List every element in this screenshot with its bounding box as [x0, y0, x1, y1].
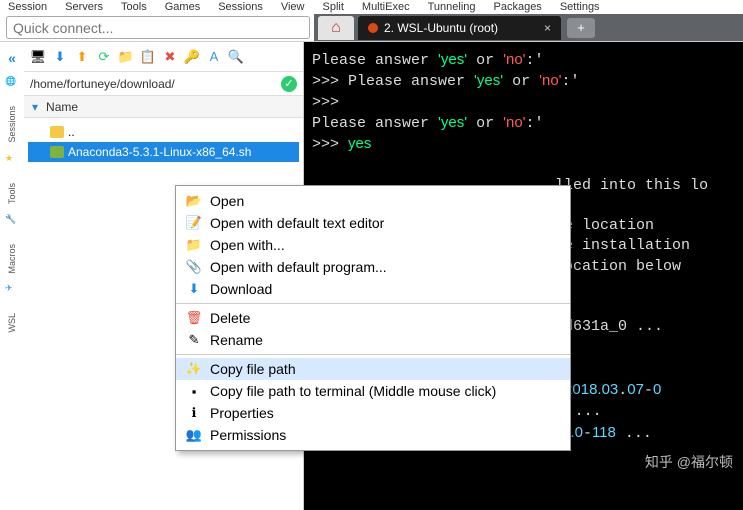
path-ok-icon: ✓ — [281, 76, 297, 92]
menu-view[interactable]: View — [281, 1, 305, 13]
wand-icon: ✨ — [186, 361, 202, 377]
copy-icon[interactable]: 📋 — [140, 49, 156, 65]
ubuntu-icon — [368, 23, 378, 33]
left-sidebar: « 🌐 Sessions ★ Tools 🔧 Macros ✈ WSL — [0, 42, 24, 510]
sidebar-tab-sessions[interactable]: Sessions — [7, 106, 17, 143]
context-menu: 📂Open 📝Open with default text editor 📁Op… — [175, 185, 571, 451]
home-icon: ⌂ — [331, 19, 341, 37]
search-icon[interactable]: 🔍 — [228, 49, 244, 65]
menu-sessions[interactable]: Sessions — [218, 1, 263, 13]
tab-new-button[interactable]: + — [567, 18, 595, 38]
sidebar-tab-tools[interactable]: Tools — [7, 183, 17, 204]
rename-icon: ✎ — [186, 332, 202, 348]
menu-packages[interactable]: Packages — [494, 1, 542, 13]
watermark: 知乎 @福尔顿 — [645, 452, 733, 472]
ctx-download[interactable]: ⬇Download — [176, 278, 570, 300]
menubar: Session Servers Tools Games Sessions View Spli… — [0, 0, 743, 14]
cancel-icon[interactable]: ✖ — [162, 49, 178, 65]
path-bar: /home/fortuneye/download/ ✓ — [24, 72, 303, 96]
doc-icon: 📝 — [186, 215, 202, 231]
script-icon — [50, 146, 64, 158]
file-row-up[interactable]: .. — [28, 122, 299, 142]
home-tab[interactable]: ⌂ — [318, 16, 354, 40]
users-icon: 👥 — [186, 427, 202, 443]
expand-icon[interactable]: ▾ — [32, 100, 38, 114]
file-selected-label: Anaconda3-5.3.1-Linux-x86_64.sh — [68, 145, 251, 159]
file-toolbar: 🖥 ⬇ ⬆ ⟳ 📁 📋 ✖ 🔑 A 🔍 — [24, 42, 303, 72]
sidebar-tab-wsl[interactable]: WSL — [7, 313, 17, 333]
globe-icon[interactable]: 🌐 — [5, 76, 19, 90]
ctx-permissions[interactable]: 👥Permissions — [176, 424, 570, 446]
new-folder-icon[interactable]: 📁 — [118, 49, 134, 65]
download-icon: ⬇ — [186, 281, 202, 297]
folder-open-icon: 📂 — [186, 193, 202, 209]
quick-connect-input[interactable] — [6, 16, 310, 39]
ctx-rename[interactable]: ✎Rename — [176, 329, 570, 351]
info-icon: ℹ — [186, 405, 202, 421]
menu-multiexec[interactable]: MultiExec — [362, 1, 410, 13]
monitor-icon[interactable]: 🖥 — [30, 49, 46, 65]
download-icon[interactable]: ⬇ — [52, 49, 68, 65]
menu-split[interactable]: Split — [323, 1, 344, 13]
menu-settings[interactable]: Settings — [560, 1, 600, 13]
tab-close-icon[interactable]: × — [544, 21, 551, 35]
menu-tunneling[interactable]: Tunneling — [428, 1, 476, 13]
terminal-icon: ▪ — [186, 383, 202, 399]
sidebar-tab-macros[interactable]: Macros — [7, 244, 17, 274]
top-row: ⌂ 2. WSL-Ubuntu (root) × + — [0, 14, 743, 42]
tab-title: 2. WSL-Ubuntu (root) — [384, 21, 498, 35]
tabbar: ⌂ 2. WSL-Ubuntu (root) × + — [314, 14, 743, 41]
ctx-open[interactable]: 📂Open — [176, 190, 570, 212]
clip-icon: 📎 — [186, 259, 202, 275]
ctx-open-program[interactable]: 📎Open with default program... — [176, 256, 570, 278]
path-text[interactable]: /home/fortuneye/download/ — [30, 77, 175, 91]
delete-icon: 🗑 — [186, 310, 202, 326]
ctx-copy-terminal[interactable]: ▪Copy file path to terminal (Middle mous… — [176, 380, 570, 402]
menu-games[interactable]: Games — [165, 1, 200, 13]
ctx-delete[interactable]: 🗑Delete — [176, 307, 570, 329]
ctx-open-with[interactable]: 📁Open with... — [176, 234, 570, 256]
file-tree: .. Anaconda3-5.3.1-Linux-x86_64.sh — [24, 118, 303, 166]
refresh-icon[interactable]: ⟳ — [96, 49, 112, 65]
ctx-properties[interactable]: ℹProperties — [176, 402, 570, 424]
file-row-selected[interactable]: Anaconda3-5.3.1-Linux-x86_64.sh — [28, 142, 299, 162]
menu-servers[interactable]: Servers — [65, 1, 103, 13]
collapse-icon[interactable]: « — [8, 50, 16, 66]
wrench-icon[interactable]: 🔧 — [5, 214, 19, 228]
file-up-label: .. — [68, 125, 75, 139]
menu-session[interactable]: Session — [8, 1, 47, 13]
upload-icon[interactable]: ⬆ — [74, 49, 90, 65]
folder-star-icon: 📁 — [186, 237, 202, 253]
text-icon[interactable]: A — [206, 49, 222, 65]
folder-icon — [50, 126, 64, 138]
ctx-copy-path[interactable]: ✨Copy file path — [176, 358, 570, 380]
star-icon[interactable]: ★ — [5, 153, 19, 167]
menu-tools[interactable]: Tools — [121, 1, 147, 13]
list-header: ▾ Name — [24, 96, 303, 118]
tab-wsl-ubuntu[interactable]: 2. WSL-Ubuntu (root) × — [358, 16, 561, 40]
key-icon[interactable]: 🔑 — [184, 49, 200, 65]
ctx-open-text[interactable]: 📝Open with default text editor — [176, 212, 570, 234]
send-icon[interactable]: ✈ — [5, 283, 19, 297]
col-name[interactable]: Name — [46, 100, 78, 114]
